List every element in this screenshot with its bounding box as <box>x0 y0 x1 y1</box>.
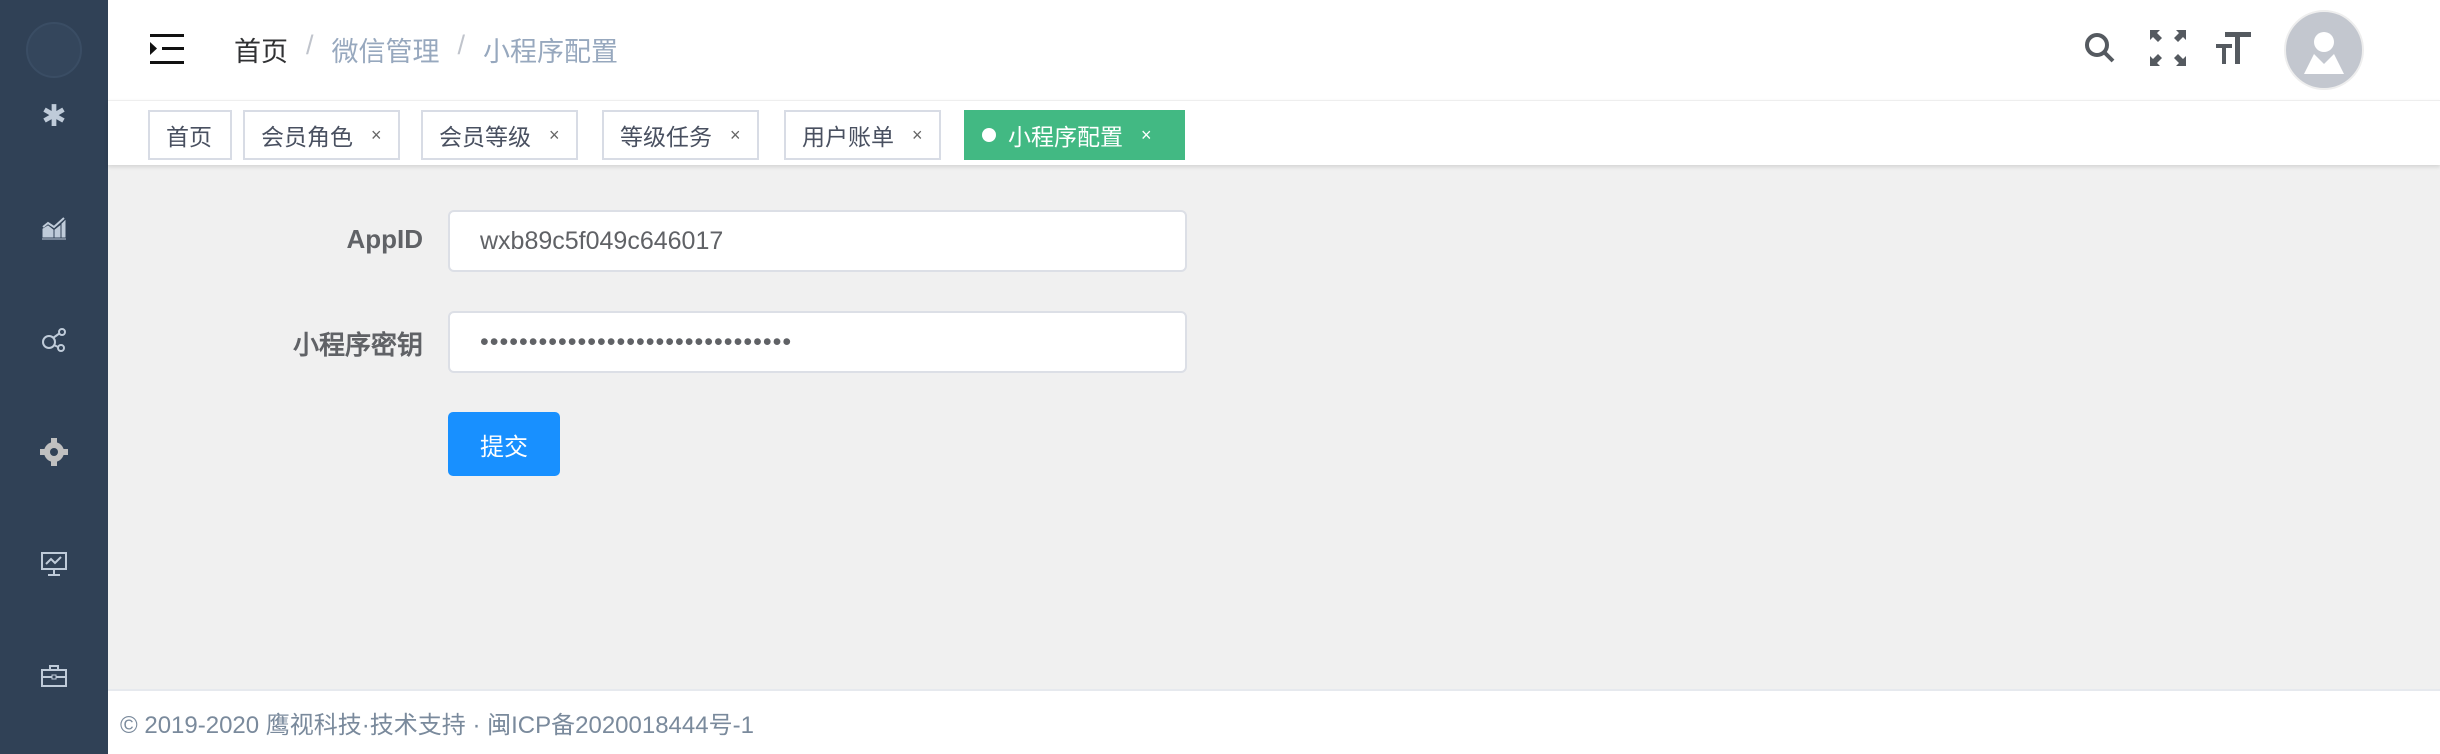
avatar[interactable] <box>2284 10 2364 90</box>
submit-button[interactable]: 提交 <box>448 412 560 476</box>
tags-view: 首页 会员角色 × 会员等级 × 等级任务 × 用户账单 × 小程序配置 × <box>108 100 2440 165</box>
secret-label: 小程序密钥 <box>292 330 423 360</box>
tag-label: 小程序配置 <box>1008 124 1123 150</box>
secret-value: •••••••••••••••••••••••••••••••• <box>480 327 793 356</box>
cog-icon[interactable] <box>34 432 74 472</box>
tag-label: 首页 <box>166 124 212 150</box>
gear-icon[interactable]: ✱ <box>34 96 74 136</box>
footer-text: © 2019-2020 鹰视科技·技术支持 · 闽ICP备2020018444号… <box>120 712 754 739</box>
briefcase-icon[interactable] <box>34 656 74 696</box>
breadcrumb: 首页 / 微信管理 / 小程序配置 <box>234 30 618 69</box>
fullscreen-icon[interactable] <box>2148 28 2188 68</box>
appid-input[interactable]: wxb89c5f049c646017 <box>448 210 1187 272</box>
hamburger-icon[interactable] <box>150 34 184 64</box>
breadcrumb-current: 小程序配置 <box>483 37 619 67</box>
footer: © 2019-2020 鹰视科技·技术支持 · 闽ICP备2020018444号… <box>108 689 2440 754</box>
tag-home[interactable]: 首页 <box>148 110 232 160</box>
finance-network-icon[interactable] <box>34 320 74 360</box>
font-size-icon[interactable] <box>2214 28 2254 68</box>
navbar: 首页 / 微信管理 / 小程序配置 <box>108 0 2440 100</box>
close-icon[interactable]: × <box>1141 125 1152 146</box>
tag-level-task[interactable]: 等级任务 × <box>602 110 759 160</box>
tag-member-level[interactable]: 会员等级 × <box>421 110 578 160</box>
tag-label: 会员角色 <box>261 124 353 150</box>
appid-value: wxb89c5f049c646017 <box>480 226 724 255</box>
breadcrumb-separator: / <box>306 30 314 60</box>
tag-label: 会员等级 <box>439 124 531 150</box>
appid-label: AppID <box>346 224 423 254</box>
breadcrumb-home[interactable]: 首页 <box>234 30 288 69</box>
sidebar: ✱ <box>0 0 108 754</box>
tag-label: 用户账单 <box>802 124 894 150</box>
search-icon[interactable] <box>2080 28 2120 68</box>
chart-growth-icon[interactable] <box>34 208 74 248</box>
tag-miniprogram-config[interactable]: 小程序配置 × <box>964 110 1185 160</box>
close-icon[interactable]: × <box>549 125 560 146</box>
logo <box>26 22 82 78</box>
secret-input[interactable]: •••••••••••••••••••••••••••••••• <box>448 311 1187 373</box>
tag-member-role[interactable]: 会员角色 × <box>243 110 400 160</box>
close-icon[interactable]: × <box>371 125 382 146</box>
tag-user-bill[interactable]: 用户账单 × <box>784 110 941 160</box>
tag-label: 等级任务 <box>620 124 712 150</box>
breadcrumb-wechat[interactable]: 微信管理 <box>332 30 440 69</box>
close-icon[interactable]: × <box>730 125 741 146</box>
close-icon[interactable]: × <box>912 125 923 146</box>
breadcrumb-separator: / <box>457 30 466 60</box>
monitor-chart-icon[interactable] <box>34 544 74 584</box>
active-dot-icon <box>982 128 996 142</box>
